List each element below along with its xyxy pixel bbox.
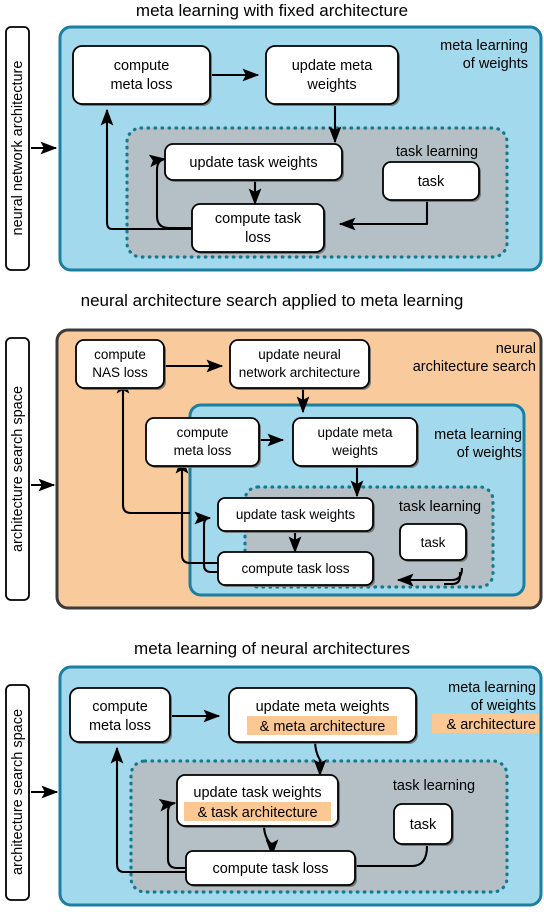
panel-2-nas-label-line1: neural <box>496 341 536 357</box>
panel-3-node-update-task-weights[interactable]: update task weights & task architecture <box>176 774 340 828</box>
panel-2-input-label: architecture search space <box>10 386 26 552</box>
panel-2-node-compute-meta-loss-line1: compute <box>177 425 229 440</box>
panel-2-node-update-meta-weights-line1: update meta <box>317 425 393 440</box>
panel-1-node-update-meta-weights-line2: weights <box>306 77 356 93</box>
panel-2-node-task-line1: task <box>421 535 446 550</box>
panel-2-nas-label-line2: architecture search <box>413 359 536 375</box>
panel-1-node-update-task-weights[interactable]: update task weights <box>164 143 344 182</box>
panel-3-node-task-line1: task <box>410 817 437 833</box>
panel-3-node-update-meta-weights[interactable]: update meta weights & meta architecture <box>228 687 418 744</box>
panel-3-region-label-highlight: & architecture <box>447 717 536 733</box>
panel-3-node-update-meta-weights-line1: update meta weights <box>256 699 390 715</box>
panel-3-region-label-line2: of weights <box>471 698 536 714</box>
panel-fixed-architecture: meta learning with fixed architecture me… <box>5 1 543 272</box>
panel-2-node-update-task-weights-line1: update task weights <box>236 507 356 522</box>
panel-3-node-compute-task-loss[interactable]: compute task loss <box>185 850 357 887</box>
panel-2-task-learning-label: task learning <box>399 499 481 515</box>
diagram-root: meta learning with fixed architecture me… <box>0 0 544 912</box>
panel-nas-applied: neural architecture search applied to me… <box>5 291 543 610</box>
diagram-canvas: meta learning with fixed architecture me… <box>0 0 544 912</box>
panel-meta-learning-architectures: meta learning of neural architectures me… <box>5 639 543 907</box>
panel-3-node-compute-meta-loss-line1: compute <box>92 699 148 715</box>
panel-2-meta-label-line1: meta learning <box>434 427 522 443</box>
panel-1-region-label-line2: of weights <box>463 56 528 72</box>
panel-1-node-compute-task-loss-line2: loss <box>245 230 271 246</box>
panel-3-node-update-task-weights-highlight: & task architecture <box>197 805 317 821</box>
panel-1-node-update-meta-weights[interactable]: update meta weights <box>265 45 400 106</box>
panel-2-node-compute-meta-loss-line2: meta loss <box>174 443 232 458</box>
panel-1-node-update-task-weights-line1: update task weights <box>189 155 317 171</box>
panel-3-input-label: architecture search space <box>10 709 26 875</box>
panel-2-node-update-meta-weights-line2: weights <box>331 443 378 458</box>
panel-2-node-update-neural-network-architecture[interactable]: update neural network architecture <box>229 339 371 390</box>
panel-2-node-update-meta-weights[interactable]: update meta weights <box>292 417 419 468</box>
panel-2-node-compute-nas-loss-line2: NAS loss <box>92 365 148 380</box>
panel-2-node-update-arch-line2: network architecture <box>239 365 361 380</box>
panel-3-node-compute-meta-loss[interactable]: compute meta loss <box>69 687 172 744</box>
panel-3-node-update-task-weights-line1: update task weights <box>193 785 321 801</box>
panel-1-node-task-line1: task <box>418 174 445 190</box>
panel-2-node-compute-meta-loss[interactable]: compute meta loss <box>145 417 261 468</box>
panel-2-node-compute-task-loss-line1: compute task loss <box>241 561 349 576</box>
panel-3-task-learning-label: task learning <box>393 778 475 794</box>
panel-1-task-learning-label: task learning <box>396 144 478 160</box>
panel-1-node-compute-meta-loss-line1: compute <box>114 58 170 74</box>
panel-2-node-compute-nas-loss-line1: compute <box>94 347 146 362</box>
panel-2-node-task[interactable]: task <box>399 523 468 562</box>
panel-1-node-compute-task-loss[interactable]: compute task loss <box>191 203 326 254</box>
panel-1-title: meta learning with fixed architecture <box>136 1 408 20</box>
panel-3-node-compute-task-loss-line1: compute task loss <box>212 861 328 877</box>
panel-1-node-compute-meta-loss[interactable]: compute meta loss <box>72 45 212 106</box>
panel-3-node-task[interactable]: task <box>393 803 454 846</box>
panel-1-input-label: neural network architecture <box>10 61 26 236</box>
panel-1-region-label-line1: meta learning <box>440 38 528 54</box>
panel-1-node-compute-task-loss-line1: compute task <box>215 211 302 227</box>
panel-3-node-compute-meta-loss-line2: meta loss <box>89 718 151 734</box>
panel-2-node-update-arch-line1: update neural <box>258 347 341 362</box>
panel-2-node-compute-task-loss[interactable]: compute task loss <box>217 551 375 587</box>
panel-2-meta-label-line2: of weights <box>457 445 522 461</box>
panel-1-node-compute-meta-loss-line2: meta loss <box>110 77 172 93</box>
panel-2-node-update-task-weights[interactable]: update task weights <box>217 497 375 533</box>
panel-1-node-update-meta-weights-line1: update meta <box>292 58 374 74</box>
panel-3-region-label-line1: meta learning <box>448 680 536 696</box>
panel-3-node-update-meta-weights-highlight: & meta architecture <box>260 719 386 735</box>
panel-2-node-compute-nas-loss[interactable]: compute NAS loss <box>75 339 166 390</box>
panel-3-title: meta learning of neural architectures <box>134 639 410 658</box>
panel-1-node-task[interactable]: task <box>382 161 481 202</box>
panel-2-title: neural architecture search applied to me… <box>81 291 464 310</box>
